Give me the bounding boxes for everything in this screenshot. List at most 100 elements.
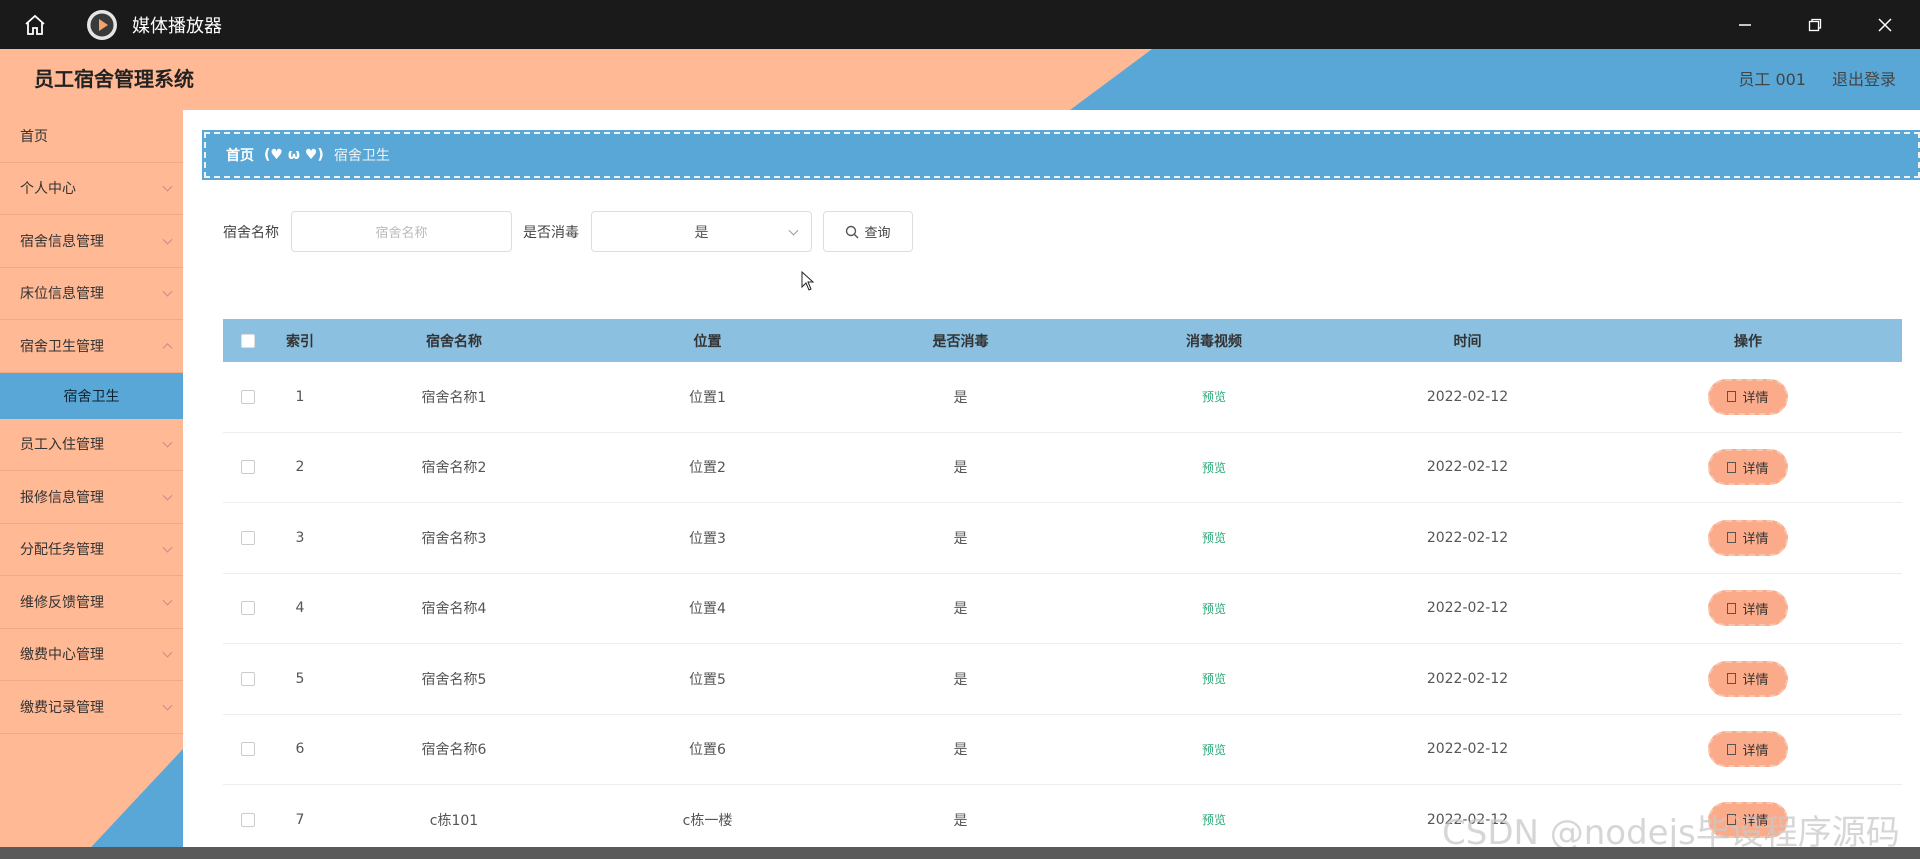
header-location: 位置 [693, 333, 722, 350]
chevron-down-icon [162, 595, 173, 606]
video-preview-link[interactable]: 预览 [1202, 390, 1226, 404]
table-row: 2 宿舍名称2 位置2 是 预览 2022-02-12 详情 [223, 433, 1902, 503]
detail-button[interactable]: 详情 [1708, 378, 1788, 415]
disinfect-select[interactable]: 是 [591, 211, 812, 252]
cell-index: 4 [295, 600, 305, 617]
sidebar-item-dorm-info[interactable]: 宿舍信息管理 [0, 215, 183, 268]
cell-time: 2022-02-12 [1426, 741, 1509, 758]
home-button[interactable] [0, 0, 70, 49]
sidebar-item-payment-records[interactable]: 缴费记录管理 [0, 681, 183, 734]
sidebar-item-task-assign[interactable]: 分配任务管理 [0, 524, 183, 576]
current-user: 员工 001 [1738, 70, 1806, 89]
row-checkbox[interactable] [241, 671, 255, 686]
sidebar-subitem-dorm-hygiene[interactable]: 宿舍卫生 [0, 372, 183, 419]
search-bar: 宿舍名称 宿舍名称 是否消毒 是 查询 [223, 211, 913, 252]
hygiene-table: 索引 宿舍名称 位置 是否消毒 消毒视频 时间 操作 1 宿舍名称1 位置1 是… [223, 319, 1902, 856]
video-preview-link[interactable]: 预览 [1202, 813, 1226, 827]
row-checkbox[interactable] [241, 601, 255, 616]
cell-index: 7 [295, 811, 305, 828]
video-preview-link[interactable]: 预览 [1202, 602, 1226, 616]
video-preview-link[interactable]: 预览 [1202, 461, 1226, 475]
cell-index: 3 [295, 529, 305, 546]
window-titlebar: 媒体播放器 [0, 0, 1920, 49]
cell-dorm-name: 宿舍名称2 [421, 460, 487, 477]
detail-button[interactable]: 详情 [1708, 660, 1788, 697]
row-checkbox[interactable] [241, 389, 255, 404]
detail-button[interactable]: 详情 [1708, 519, 1788, 556]
header-index: 索引 [286, 333, 314, 350]
cell-index: 5 [295, 670, 305, 687]
video-preview-link[interactable]: 预览 [1202, 531, 1226, 545]
cell-dorm-name: 宿舍名称1 [421, 389, 487, 406]
sidebar-item-personal-center[interactable]: 个人中心 [0, 163, 183, 215]
sidebar-item-repair-feedback[interactable]: 维修反馈管理 [0, 576, 183, 629]
search-icon [846, 225, 859, 238]
detail-button[interactable]: 详情 [1708, 731, 1788, 768]
restore-icon [1808, 18, 1822, 31]
breadcrumb-current: 宿舍卫生 [333, 148, 390, 164]
app-title: 媒体播放器 [132, 15, 222, 37]
video-preview-link[interactable]: 预览 [1202, 743, 1226, 757]
select-all-checkbox[interactable] [241, 333, 255, 348]
disinfect-label: 是否消毒 [523, 224, 579, 241]
document-icon [1727, 532, 1737, 544]
table-row: 6 宿舍名称6 位置6 是 预览 2022-02-12 详情 [223, 715, 1902, 785]
cell-disinfected: 是 [953, 460, 968, 477]
document-icon [1727, 461, 1737, 473]
cell-time: 2022-02-12 [1426, 459, 1509, 476]
main-content: 首页 (♥ ω ♥) 宿舍卫生 宿舍名称 宿舍名称 是否消毒 是 查询 索引 宿… [183, 110, 1920, 859]
detail-button[interactable]: 详情 [1708, 449, 1788, 486]
cell-dorm-name: c栋101 [429, 812, 479, 829]
cell-dorm-name: 宿舍名称6 [421, 742, 487, 759]
cell-disinfected: 是 [953, 530, 968, 547]
table-header: 索引 宿舍名称 位置 是否消毒 消毒视频 时间 操作 [223, 319, 1902, 362]
dorm-name-label: 宿舍名称 [223, 224, 279, 241]
chevron-down-icon [162, 437, 173, 448]
breadcrumb: 首页 (♥ ω ♥) 宿舍卫生 [202, 130, 1920, 180]
chevron-up-icon [162, 342, 173, 353]
table-row: 1 宿舍名称1 位置1 是 预览 2022-02-12 详情 [223, 362, 1902, 433]
mouse-cursor-icon [801, 271, 815, 291]
row-checkbox[interactable] [241, 812, 255, 827]
row-checkbox[interactable] [241, 742, 255, 757]
app-header: 员工宿舍管理系统 员工 001 退出登录 [0, 49, 1920, 110]
minimize-icon [1739, 23, 1751, 26]
chevron-down-icon [162, 647, 173, 658]
cell-disinfected: 是 [953, 389, 968, 406]
detail-button[interactable]: 详情 [1708, 590, 1788, 627]
cell-dorm-name: 宿舍名称5 [421, 671, 487, 688]
row-checkbox[interactable] [241, 530, 255, 545]
cell-index: 6 [295, 741, 305, 758]
restore-button[interactable] [1780, 0, 1850, 49]
table-row: 3 宿舍名称3 位置3 是 预览 2022-02-12 详情 [223, 503, 1902, 574]
sidebar-item-check-in[interactable]: 员工入住管理 [0, 419, 183, 471]
chevron-down-icon [162, 181, 173, 192]
document-icon [1727, 673, 1737, 685]
minimize-button[interactable] [1710, 0, 1780, 49]
cell-location: 位置2 [689, 460, 726, 477]
sidebar-item-payment-center[interactable]: 缴费中心管理 [0, 629, 183, 681]
close-button[interactable] [1850, 0, 1920, 49]
video-preview-link[interactable]: 预览 [1202, 672, 1226, 686]
cell-disinfected: 是 [953, 601, 968, 618]
sidebar-item-repair-info[interactable]: 报修信息管理 [0, 471, 183, 524]
sidebar-item-home[interactable]: 首页 [0, 110, 183, 163]
row-checkbox[interactable] [241, 460, 255, 475]
cell-disinfected: 是 [953, 671, 968, 688]
chevron-down-icon [162, 700, 173, 711]
sidebar-item-bed-info[interactable]: 床位信息管理 [0, 268, 183, 320]
cell-time: 2022-02-12 [1426, 670, 1509, 687]
header-time: 时间 [1453, 333, 1482, 350]
cell-index: 1 [295, 388, 305, 405]
logout-link[interactable]: 退出登录 [1832, 49, 1896, 110]
query-button[interactable]: 查询 [823, 211, 913, 252]
chevron-down-icon [162, 286, 173, 297]
dorm-name-input[interactable]: 宿舍名称 [291, 211, 512, 252]
breadcrumb-home[interactable]: 首页 [226, 145, 254, 165]
cell-dorm-name: 宿舍名称3 [421, 530, 487, 547]
player-bottom-bar [0, 847, 1920, 859]
home-icon [25, 14, 45, 35]
sidebar-item-dorm-hygiene[interactable]: 宿舍卫生管理 [0, 320, 183, 373]
header-video: 消毒视频 [1186, 333, 1242, 350]
close-icon [1878, 17, 1892, 32]
